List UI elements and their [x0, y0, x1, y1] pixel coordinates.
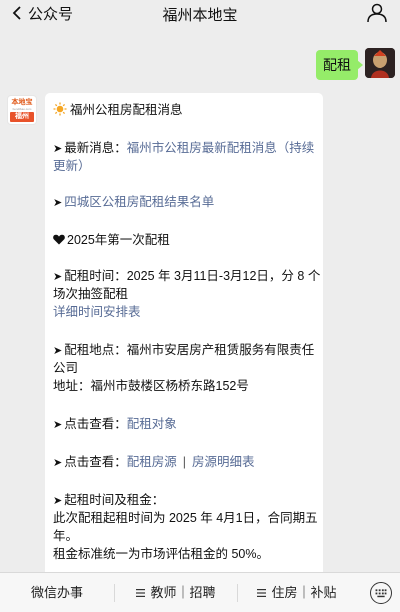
person-icon[interactable] [366, 3, 388, 23]
bot-message-bubble: 福州公租房配租消息 ➤ 最新消息：福州市公租房最新配租消息（持续 更新） ➤ 四城区… [45, 93, 323, 593]
address-row: 地址：福州市鼓楼区杨桥东路152号 [53, 378, 315, 395]
latest-row: ➤ 最新消息：福州市公租房最新配租消息（持续 [53, 140, 315, 158]
user-avatar-image [365, 48, 395, 78]
start-text-cont: 年。 [53, 529, 79, 543]
check-row-2: ➤ 点击查看：配租房源 | 房源明细表 [53, 454, 315, 472]
arrow-icon: ➤ [53, 419, 63, 431]
user-message-text: 配租 [323, 57, 351, 73]
round-title: 2025年第一次配租 [67, 233, 170, 247]
place-row-cont: 公司 [53, 360, 315, 377]
result-list-link[interactable]: 四城区公租房配租结果名单 [64, 195, 214, 209]
bottom-menu-bar: 微信办事 教师｜招聘 住房｜补贴 [0, 572, 400, 612]
menu-teacher-recruit[interactable]: 教师｜招聘 [115, 573, 237, 612]
eligibility-link[interactable]: 配租对象 [127, 417, 177, 431]
schedule-link[interactable]: 详细时间安排表 [53, 305, 141, 319]
arrow-icon: ➤ [53, 457, 63, 469]
start-row: ➤ 起租时间及租金： [53, 492, 315, 510]
place-text-cont: 公司 [53, 361, 79, 375]
arrow-icon: ➤ [53, 271, 63, 283]
place-prefix: 配租地点： [64, 343, 127, 357]
list-row: ➤ 四城区公租房配租结果名单 [53, 194, 315, 212]
keyboard-icon[interactable] [370, 582, 392, 604]
rent-row: 租金标准统一为市场评估租金的 50%。 [53, 546, 315, 563]
user-avatar[interactable] [365, 48, 395, 78]
check-row-1: ➤ 点击查看：配租对象 [53, 416, 315, 434]
logo-domain-text: bendibao.com [12, 107, 32, 111]
latest-news-link[interactable]: 福州市公租房最新配租消息（持续 [127, 141, 315, 155]
time-text-cont: 场次抽签配租 [53, 287, 129, 301]
time-row-cont: 场次抽签配租 [53, 286, 315, 303]
housing-detail-link[interactable]: 房源明细表 [192, 455, 255, 469]
place-row: ➤ 配租地点：福州市安居房产租赁服务有限责任 [53, 342, 315, 360]
menu-wechat-services[interactable]: 微信办事 [0, 573, 114, 612]
menu-item-label: 住房｜补贴 [271, 585, 337, 600]
menu-housing-subsidy[interactable]: 住房｜补贴 [238, 573, 356, 612]
round-row: 2025年第一次配租 [53, 232, 315, 249]
menu-icon [257, 589, 267, 597]
latest-news-link-cont[interactable]: 更新） [53, 159, 91, 173]
arrow-icon: ➤ [53, 495, 63, 507]
menu-item-label: 教师｜招聘 [150, 585, 216, 600]
start-text-row: 此次配租起租时间为 2025 年 4月1日，合同期五 [53, 510, 318, 527]
user-message-bubble: 配租 [316, 50, 363, 80]
start-text-row-cont: 年。 [53, 528, 315, 545]
time-text: 2025 年 3月11日-3月12日，分 8 个 [126, 269, 321, 283]
time-row: ➤ 配租时间：2025 年 3月11日-3月12日，分 8 个 [53, 268, 320, 286]
message-title: 福州公租房配租消息 [70, 103, 183, 117]
arrow-icon: ➤ [53, 345, 63, 357]
arrow-icon: ➤ [53, 197, 63, 209]
top-bar: 公众号 福州本地宝 [0, 0, 400, 27]
link-separator: | [182, 455, 186, 469]
message-title-row: 福州公租房配租消息 [53, 102, 315, 119]
rent-text: 租金标准统一为市场评估租金的 50%。 [53, 547, 269, 561]
place-text: 福州市安居房产租赁服务有限责任 [126, 343, 315, 357]
arrow-icon: ➤ [53, 143, 63, 155]
start-title: 起租时间及租金： [64, 493, 165, 507]
address-text: 地址：福州市鼓楼区杨桥东路152号 [53, 379, 249, 393]
check-prefix-2: 点击查看： [64, 455, 127, 469]
page-title: 福州本地宝 [162, 7, 238, 24]
time-link-row: 详细时间安排表 [53, 304, 315, 321]
logo-brand-text: 本地宝 [11, 99, 33, 106]
check-prefix: 点击查看： [64, 417, 127, 431]
latest-row-cont: 更新） [53, 158, 315, 175]
bot-avatar[interactable]: 本地宝 bendibao.com 福州 [7, 95, 37, 125]
start-text: 此次配租起租时间为 2025 年 4月1日，合同期五 [53, 511, 318, 525]
heart-icon [53, 234, 65, 245]
logo-city-text: 福州 [10, 112, 34, 122]
latest-prefix: 最新消息： [64, 141, 127, 155]
menu-icon [136, 589, 146, 597]
housing-source-link[interactable]: 配租房源 [127, 455, 177, 469]
time-prefix: 配租时间： [64, 269, 127, 283]
sun-icon [53, 102, 67, 116]
menu-item-label: 微信办事 [30, 585, 83, 600]
